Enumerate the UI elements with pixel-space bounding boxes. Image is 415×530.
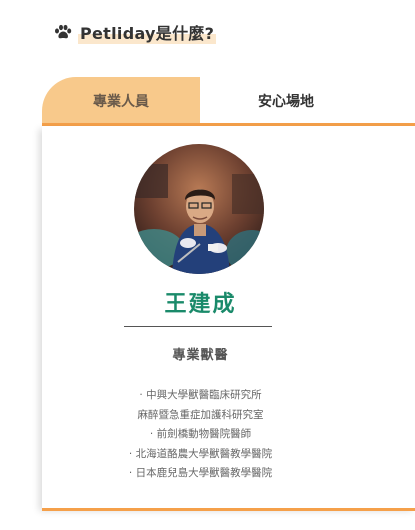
section-title: Petliday是什麼? [78, 20, 217, 44]
credential-item: · 前劍橋動物醫院醫師 [149, 428, 252, 440]
credential-item: · 北海道酪農大學獸醫教學醫院 [128, 447, 273, 460]
credentials-list: · 中興大學獸醫臨床研究所 麻醉暨急重症加護科研究室 · 前劍橋動物醫院醫師 ·… [42, 386, 359, 484]
vet-role: 專業獸醫 [172, 348, 229, 363]
credential-item: · 日本鹿兒島大學獸醫教學醫院 [128, 467, 273, 479]
paw-icon [54, 24, 72, 40]
tab-venues[interactable]: 安心場地 [200, 77, 372, 124]
tab-bar: 專業人員 安心場地 [42, 77, 415, 124]
vet-name: 王建成 [164, 292, 237, 317]
card-bottom-border [42, 508, 415, 511]
section-header: Petliday是什麼? [54, 18, 217, 46]
name-divider [124, 326, 272, 327]
avatar [134, 144, 264, 274]
tab-professionals[interactable]: 專業人員 [42, 77, 200, 124]
credential-item: 麻醉暨急重症加護科研究室 [137, 408, 264, 421]
credential-item: · 中興大學獸醫臨床研究所 [139, 389, 262, 401]
